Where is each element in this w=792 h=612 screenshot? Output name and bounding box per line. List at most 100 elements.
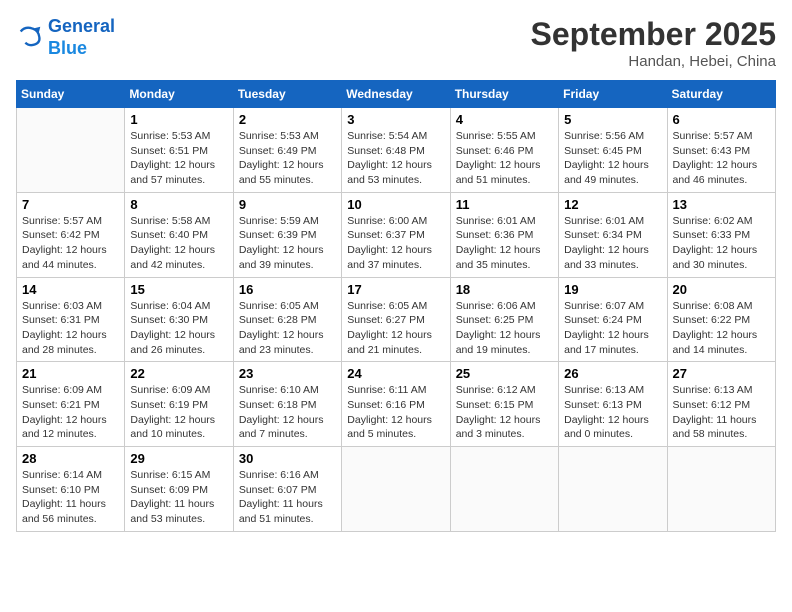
calendar-cell: 13Sunrise: 6:02 AM Sunset: 6:33 PM Dayli… [667,192,775,277]
calendar-cell: 3 Sunrise: 5:54 AM Sunset: 6:48 PM Daylig… [342,108,450,193]
day-number: 8 [130,197,227,212]
title-block: September 2025 Handan, Hebei, China [531,16,776,70]
day-number: 30 [239,451,336,466]
day-info: Sunrise: 5:57 AM Sunset: 6:43 PM Dayligh… [673,129,770,188]
day-number: 16 [239,282,336,297]
day-number: 25 [456,366,553,381]
location: Handan, Hebei, China [531,53,776,70]
calendar-cell: 16 Sunrise: 6:05 AM Sunset: 6:28 PM Dayli… [233,277,341,362]
day-number: 22 [130,366,227,381]
logo-text: General Blue [48,16,115,59]
day-info: Sunrise: 6:15 AM Sunset: 6:09 PM Dayligh… [130,468,227,527]
weekday-header: Friday [559,81,667,108]
calendar-week-row: 21 Sunrise: 6:09 AM Sunset: 6:21 PM Dayli… [17,362,776,447]
day-info: Sunrise: 6:12 AM Sunset: 6:15 PM Dayligh… [456,383,553,442]
day-info: Sunrise: 6:16 AM Sunset: 6:07 PM Dayligh… [239,468,336,527]
day-number: 14 [22,282,119,297]
calendar-cell: 8 Sunrise: 5:58 AM Sunset: 6:40 PM Daylig… [125,192,233,277]
day-info: Sunrise: 6:06 AM Sunset: 6:25 PM Dayligh… [456,299,553,358]
day-info: Sunrise: 5:56 AM Sunset: 6:45 PM Dayligh… [564,129,661,188]
day-number: 24 [347,366,444,381]
day-info: Sunrise: 5:59 AM Sunset: 6:39 PM Dayligh… [239,214,336,273]
day-info: Sunrise: 6:01 AM Sunset: 6:36 PM Dayligh… [456,214,553,273]
day-info: Sunrise: 6:09 AM Sunset: 6:21 PM Dayligh… [22,383,119,442]
day-number: 9 [239,197,336,212]
calendar-cell: 27 Sunrise: 6:13 AM Sunset: 6:12 PM Dayli… [667,362,775,447]
calendar-cell: 2 Sunrise: 5:53 AM Sunset: 6:49 PM Daylig… [233,108,341,193]
calendar-cell: 18 Sunrise: 6:06 AM Sunset: 6:25 PM Dayli… [450,277,558,362]
day-number: 26 [564,366,661,381]
day-info: Sunrise: 6:01 AM Sunset: 6:34 PM Dayligh… [564,214,661,273]
day-info: Sunrise: 6:00 AM Sunset: 6:37 PM Dayligh… [347,214,444,273]
weekday-header: Sunday [17,81,125,108]
day-number: 18 [456,282,553,297]
calendar-table: SundayMondayTuesdayWednesdayThursdayFrid… [16,80,776,532]
day-number: 7 [22,197,119,212]
calendar-cell [559,447,667,532]
calendar-cell: 7 Sunrise: 5:57 AM Sunset: 6:42 PM Daylig… [17,192,125,277]
calendar-cell [342,447,450,532]
day-number: 5 [564,112,661,127]
weekday-header: Saturday [667,81,775,108]
day-info: Sunrise: 6:03 AM Sunset: 6:31 PM Dayligh… [22,299,119,358]
calendar-cell [450,447,558,532]
day-number: 3 [347,112,444,127]
calendar-week-row: 14 Sunrise: 6:03 AM Sunset: 6:31 PM Dayli… [17,277,776,362]
calendar-cell: 19 Sunrise: 6:07 AM Sunset: 6:24 PM Dayli… [559,277,667,362]
calendar-cell: 21 Sunrise: 6:09 AM Sunset: 6:21 PM Dayli… [17,362,125,447]
day-info: Sunrise: 5:55 AM Sunset: 6:46 PM Dayligh… [456,129,553,188]
day-info: Sunrise: 5:53 AM Sunset: 6:49 PM Dayligh… [239,129,336,188]
calendar-week-row: 7 Sunrise: 5:57 AM Sunset: 6:42 PM Daylig… [17,192,776,277]
calendar-cell: 23Sunrise: 6:10 AM Sunset: 6:18 PM Dayli… [233,362,341,447]
day-number: 17 [347,282,444,297]
day-number: 28 [22,451,119,466]
calendar-cell: 22 Sunrise: 6:09 AM Sunset: 6:19 PM Dayli… [125,362,233,447]
day-info: Sunrise: 6:11 AM Sunset: 6:16 PM Dayligh… [347,383,444,442]
month-title: September 2025 [531,16,776,53]
day-number: 21 [22,366,119,381]
day-info: Sunrise: 6:13 AM Sunset: 6:12 PM Dayligh… [673,383,770,442]
day-number: 20 [673,282,770,297]
calendar-cell: 12 Sunrise: 6:01 AM Sunset: 6:34 PM Dayli… [559,192,667,277]
day-number: 10 [347,197,444,212]
calendar-cell: 10 Sunrise: 6:00 AM Sunset: 6:37 PM Dayli… [342,192,450,277]
weekday-header-row: SundayMondayTuesdayWednesdayThursdayFrid… [17,81,776,108]
day-info: Sunrise: 6:05 AM Sunset: 6:28 PM Dayligh… [239,299,336,358]
day-number: 27 [673,366,770,381]
day-number: 6 [673,112,770,127]
day-info: Sunrise: 6:04 AM Sunset: 6:30 PM Dayligh… [130,299,227,358]
calendar-cell: 30 Sunrise: 6:16 AM Sunset: 6:07 PM Dayli… [233,447,341,532]
calendar-week-row: 28Sunrise: 6:14 AM Sunset: 6:10 PM Dayli… [17,447,776,532]
page-header: General Blue September 2025 Handan, Hebe… [16,16,776,70]
day-number: 11 [456,197,553,212]
day-info: Sunrise: 5:57 AM Sunset: 6:42 PM Dayligh… [22,214,119,273]
calendar-cell: 24 Sunrise: 6:11 AM Sunset: 6:16 PM Dayli… [342,362,450,447]
day-info: Sunrise: 5:58 AM Sunset: 6:40 PM Dayligh… [130,214,227,273]
calendar-cell: 15 Sunrise: 6:04 AM Sunset: 6:30 PM Dayli… [125,277,233,362]
day-info: Sunrise: 6:13 AM Sunset: 6:13 PM Dayligh… [564,383,661,442]
day-number: 4 [456,112,553,127]
day-number: 15 [130,282,227,297]
day-number: 2 [239,112,336,127]
day-info: Sunrise: 5:53 AM Sunset: 6:51 PM Dayligh… [130,129,227,188]
calendar-cell: 11 Sunrise: 6:01 AM Sunset: 6:36 PM Dayli… [450,192,558,277]
day-info: Sunrise: 6:07 AM Sunset: 6:24 PM Dayligh… [564,299,661,358]
calendar-cell: 4 Sunrise: 5:55 AM Sunset: 6:46 PM Daylig… [450,108,558,193]
calendar-cell: 25 Sunrise: 6:12 AM Sunset: 6:15 PM Dayli… [450,362,558,447]
calendar-cell: 5 Sunrise: 5:56 AM Sunset: 6:45 PM Daylig… [559,108,667,193]
calendar-cell: 14 Sunrise: 6:03 AM Sunset: 6:31 PM Dayli… [17,277,125,362]
day-info: Sunrise: 5:54 AM Sunset: 6:48 PM Dayligh… [347,129,444,188]
calendar-cell [17,108,125,193]
day-number: 12 [564,197,661,212]
calendar-week-row: 1Sunrise: 5:53 AM Sunset: 6:51 PM Daylig… [17,108,776,193]
weekday-header: Thursday [450,81,558,108]
calendar-cell: 17Sunrise: 6:05 AM Sunset: 6:27 PM Dayli… [342,277,450,362]
day-number: 19 [564,282,661,297]
day-number: 23 [239,366,336,381]
day-info: Sunrise: 6:09 AM Sunset: 6:19 PM Dayligh… [130,383,227,442]
logo-icon [16,24,44,52]
calendar-cell [667,447,775,532]
calendar-cell: 20Sunrise: 6:08 AM Sunset: 6:22 PM Dayli… [667,277,775,362]
weekday-header: Tuesday [233,81,341,108]
calendar-cell: 9 Sunrise: 5:59 AM Sunset: 6:39 PM Daylig… [233,192,341,277]
